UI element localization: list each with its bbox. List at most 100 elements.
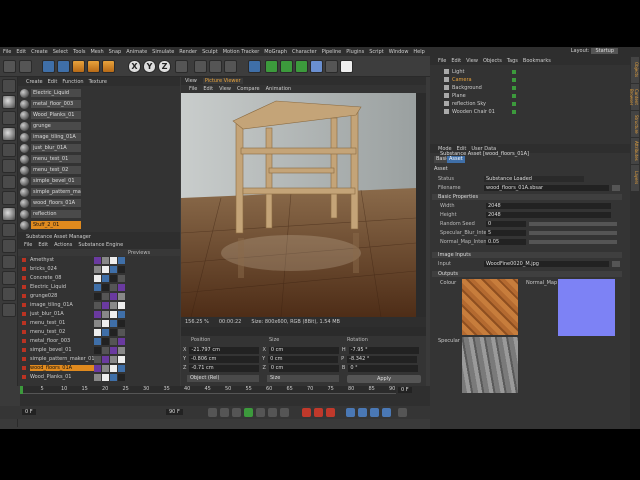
scale-tool-icon[interactable] bbox=[72, 60, 85, 73]
light-icon[interactable] bbox=[340, 60, 353, 73]
material-row[interactable]: metal_floor_003 bbox=[20, 99, 81, 109]
material-menu-item[interactable]: Texture bbox=[89, 79, 107, 85]
side-tab[interactable]: Content Browser bbox=[629, 84, 639, 110]
viewer-tab[interactable]: Picture Viewer bbox=[202, 78, 243, 84]
substance-menu-item[interactable]: File bbox=[24, 242, 32, 248]
menu-item[interactable]: Tools bbox=[73, 49, 85, 55]
texture-mode-icon[interactable] bbox=[2, 111, 16, 125]
object-name[interactable]: Light bbox=[452, 69, 507, 75]
keyframe-selection-icon[interactable] bbox=[326, 408, 335, 417]
material-row[interactable]: wood_floors_01A bbox=[20, 198, 81, 208]
substance-name[interactable]: image_tiling_01A bbox=[30, 302, 94, 308]
viewer-menu-item[interactable]: Animation bbox=[266, 86, 292, 92]
axis-mode-icon[interactable] bbox=[2, 191, 16, 205]
object-name[interactable]: Camera bbox=[452, 77, 507, 83]
texture-tag-icon[interactable] bbox=[2, 303, 16, 317]
property-field[interactable]: 5 bbox=[486, 229, 526, 236]
sculpt-icon[interactable] bbox=[2, 239, 16, 253]
substance-menu-item[interactable]: Actions bbox=[54, 242, 72, 248]
side-tab[interactable]: Attributes bbox=[631, 138, 639, 164]
material-name[interactable]: just_blur_01A bbox=[31, 144, 81, 152]
next-key-icon[interactable] bbox=[268, 408, 277, 417]
substance-row[interactable]: Concrete_08 bbox=[22, 274, 176, 282]
object-menu-item[interactable]: File bbox=[438, 58, 446, 64]
current-frame-display[interactable]: 0 F bbox=[398, 387, 412, 393]
live-select-icon[interactable] bbox=[42, 60, 55, 73]
material-row[interactable]: just_blur_01A bbox=[20, 143, 81, 153]
position-field[interactable]: -0.71 cm bbox=[189, 364, 260, 372]
object-name[interactable]: Background bbox=[452, 85, 507, 91]
viewer-menu-item[interactable]: Edit bbox=[203, 86, 213, 92]
prev-frame-icon[interactable] bbox=[232, 408, 241, 417]
move-tool-icon[interactable] bbox=[57, 60, 70, 73]
object-menu-item[interactable]: Bookmarks bbox=[523, 58, 551, 64]
redo-icon[interactable] bbox=[19, 60, 32, 73]
object-menu-item[interactable]: Objects bbox=[483, 58, 502, 64]
autokey-icon[interactable] bbox=[314, 408, 323, 417]
menu-item[interactable]: Snap bbox=[109, 49, 122, 55]
playhead[interactable] bbox=[20, 386, 23, 394]
scale-key-icon[interactable] bbox=[370, 408, 379, 417]
substance-row[interactable]: menu_test_02 bbox=[22, 328, 176, 336]
object-row[interactable]: Light bbox=[444, 68, 516, 75]
visibility-toggle[interactable] bbox=[512, 93, 516, 98]
zoom-level[interactable]: 156.25 % bbox=[185, 319, 209, 325]
object-row[interactable]: Camera bbox=[444, 76, 516, 83]
property-slider[interactable] bbox=[529, 239, 617, 244]
viewer-menu-item[interactable]: View bbox=[219, 86, 231, 92]
substance-row[interactable]: simple_bevel_01 bbox=[22, 346, 176, 354]
material-row[interactable]: Stuff_2_01 bbox=[20, 220, 81, 230]
menu-item[interactable]: Character bbox=[292, 49, 317, 55]
subdivision-icon[interactable] bbox=[265, 60, 278, 73]
substance-row[interactable]: menu_test_01 bbox=[22, 319, 176, 327]
polygons-mode-icon[interactable] bbox=[2, 175, 16, 189]
material-row[interactable]: simple_pattern_maker_01A bbox=[20, 187, 81, 197]
visibility-toggle[interactable] bbox=[512, 77, 516, 82]
material-name[interactable]: reflection bbox=[31, 210, 81, 218]
menu-item[interactable]: Window bbox=[389, 49, 409, 55]
material-name[interactable]: metal_floor_003 bbox=[31, 100, 81, 108]
menu-item[interactable]: File bbox=[3, 49, 11, 55]
substance-row[interactable]: metal_floor_003 bbox=[22, 337, 176, 345]
material-name[interactable]: simple_pattern_maker_01A bbox=[31, 188, 81, 196]
grid-icon[interactable] bbox=[2, 287, 16, 301]
menu-item[interactable]: Pipeline bbox=[322, 49, 342, 55]
outputs-section[interactable]: Outputs bbox=[432, 271, 622, 277]
menu-item[interactable]: Plugins bbox=[346, 49, 364, 55]
tweak-icon[interactable] bbox=[2, 255, 16, 269]
material-name[interactable]: simple_bevel_01 bbox=[31, 177, 81, 185]
substance-name[interactable]: Amethyst bbox=[30, 257, 94, 263]
substance-row[interactable]: grunge028 bbox=[22, 292, 176, 300]
viewer-menu-item[interactable]: File bbox=[189, 86, 197, 92]
image-inputs-section[interactable]: Image Inputs bbox=[432, 252, 622, 258]
material-name[interactable]: menu_test_01 bbox=[31, 155, 81, 163]
substance-name[interactable]: Electric_Liquid bbox=[30, 284, 94, 290]
size-mode-dropdown[interactable]: Size bbox=[267, 375, 339, 382]
substance-row[interactable]: bricks_024 bbox=[22, 265, 176, 273]
cube-icon[interactable] bbox=[248, 60, 261, 73]
specular-output-preview[interactable] bbox=[462, 337, 518, 393]
next-frame-icon[interactable] bbox=[256, 408, 265, 417]
side-tab[interactable]: Objects bbox=[631, 57, 639, 83]
size-field[interactable]: 0 cm bbox=[268, 364, 339, 372]
material-name[interactable]: Stuff_2_01 bbox=[31, 221, 81, 229]
substance-name[interactable]: metal_floor_003 bbox=[30, 338, 94, 344]
render-settings-icon[interactable] bbox=[224, 60, 237, 73]
material-name[interactable]: Wood_Planks_01 bbox=[31, 111, 81, 119]
property-field[interactable]: 2048 bbox=[486, 211, 611, 218]
browse-file-button[interactable] bbox=[612, 184, 620, 191]
menu-item[interactable]: Sculpt bbox=[202, 49, 218, 55]
material-name[interactable]: grunge bbox=[31, 122, 81, 130]
menu-item[interactable]: Create bbox=[31, 49, 48, 55]
menu-item[interactable]: Simulate bbox=[152, 49, 174, 55]
material-row[interactable]: menu_test_01 bbox=[20, 154, 81, 164]
substance-name[interactable]: just_blur_01A bbox=[30, 311, 94, 317]
material-name[interactable]: menu_test_02 bbox=[31, 166, 81, 174]
tab-asset[interactable]: Asset bbox=[447, 156, 465, 163]
substance-row[interactable]: just_blur_01A bbox=[22, 310, 176, 318]
scene-icon[interactable] bbox=[310, 60, 323, 73]
world-coordinates-icon[interactable] bbox=[175, 60, 188, 73]
menu-item[interactable]: Motion Tracker bbox=[223, 49, 260, 55]
model-mode-icon[interactable] bbox=[2, 95, 16, 109]
substance-row[interactable]: simple_pattern_maker_01A bbox=[22, 355, 176, 363]
